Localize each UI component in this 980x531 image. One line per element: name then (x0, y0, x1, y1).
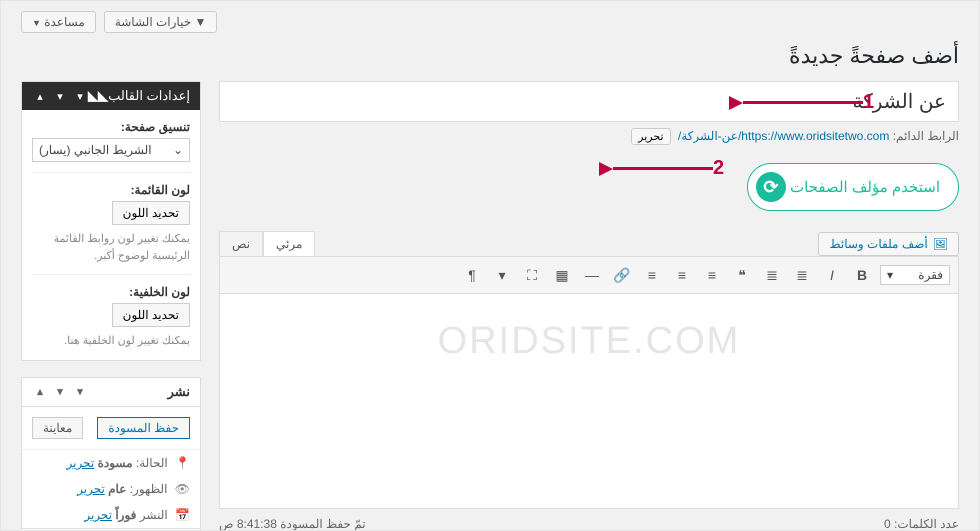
panel-toggle-down-icon[interactable]: ▾ (52, 90, 68, 103)
panel-toggle-collapse-icon[interactable]: ▾ (72, 385, 88, 398)
page-format-label: تنسيق صفحة: (32, 120, 190, 134)
edit-visibility-link[interactable]: تحرير (77, 482, 105, 496)
toolbar-align-left-icon[interactable]: ≡ (700, 263, 724, 287)
edit-schedule-link[interactable]: تحرير (84, 508, 112, 522)
edit-status-link[interactable]: تحرير (67, 456, 95, 470)
panel-toggle-up-icon[interactable]: ▴ (32, 385, 48, 398)
permalink-row: الرابط الدائم: https://www.oridsitetwo.c… (219, 128, 959, 145)
schedule-line: 📅 النشر فوراً تحرير (22, 502, 200, 528)
toolbar-link-icon[interactable]: 🔗 (610, 263, 634, 287)
paragraph-select[interactable]: ▾فقرة (880, 265, 950, 285)
toolbar-align-right-icon[interactable]: ≡ (640, 263, 664, 287)
panel-toggle-down-icon[interactable]: ▾ (52, 385, 68, 398)
editor-toolbar: ¶ ▾ ⛶ ▦ ― 🔗 ≡ ≡ ≡ ❝ ≣ ≣ I B ▾فقرة (219, 256, 959, 294)
editor-content[interactable]: ORIDSITE.COM (219, 294, 959, 509)
toolbar-italic-icon[interactable]: I (820, 263, 844, 287)
theme-panel-logo-icon: ◣◣ (88, 88, 108, 104)
watermark: ORIDSITE.COM (220, 320, 958, 363)
composer-icon: ⟳ (756, 172, 786, 202)
toolbar-ul-icon[interactable]: ≣ (790, 263, 814, 287)
preview-button[interactable]: معاينة (32, 417, 83, 439)
visibility-line: 👁 الظهور: عام تحرير (22, 476, 200, 502)
eye-icon: 👁 (175, 482, 190, 496)
menu-color-label: لون القائمة: (32, 183, 190, 197)
toolbar-pilcrow-icon[interactable]: ¶ (460, 263, 484, 287)
page-title: أضف صفحةً جديدةً (21, 43, 959, 69)
panel-toggle-collapse-icon[interactable]: ▾ (72, 90, 88, 103)
toolbar-bold-icon[interactable]: B (850, 263, 874, 287)
toolbar-fullscreen-icon[interactable]: ⛶ (520, 263, 544, 287)
wordcount: عدد الكلمات: 0 (884, 517, 959, 531)
page-format-select[interactable]: ⌄ الشريط الجانبي (يسار) (32, 138, 190, 162)
panel-toggle-up-icon[interactable]: ▴ (32, 90, 48, 103)
theme-panel-title: إعدادات القالب (108, 88, 190, 104)
status-line: 📍 الحالة: مسودة تحرير (22, 450, 200, 476)
add-media-button[interactable]: 🖼 أضف ملفات وسائط (818, 232, 959, 256)
permalink-slug[interactable]: /عن-الشركة/ (678, 129, 741, 143)
edit-slug-button[interactable]: تحرير (631, 128, 670, 145)
pin-icon: 📍 (175, 456, 190, 470)
toolbar-grid-icon[interactable]: ▦ (550, 263, 574, 287)
tab-text[interactable]: نص (219, 231, 263, 256)
bg-color-label: لون الخلفية: (32, 285, 190, 299)
calendar-icon: 📅 (175, 508, 190, 522)
menu-color-button[interactable]: تحديد اللون (112, 201, 190, 225)
autosave-status: تمّ حفظ المسودة 8:41:38 ص (219, 517, 366, 531)
permalink-base[interactable]: https://www.oridsitetwo.com (741, 129, 889, 143)
theme-settings-panel: إعدادات القالب ◣◣ ▴ ▾ ▾ تنسيق صفحة: ⌄ الشر… (21, 81, 201, 361)
toolbar-quote-icon[interactable]: ❝ (730, 263, 754, 287)
annotation-2: 2 (713, 157, 724, 180)
toolbar-hr-icon[interactable]: ― (580, 263, 604, 287)
menu-color-hint: يمكنك تغيير لون روابط القائمة الرئيسية ل… (32, 231, 190, 264)
publish-panel: نشر ▴ ▾ ▾ حفظ المسودة معاينة 📍 الحالة: مسو… (21, 377, 201, 531)
toolbar-ol-icon[interactable]: ≣ (760, 263, 784, 287)
media-icon: 🖼 (933, 237, 948, 251)
save-draft-button[interactable]: حفظ المسودة (97, 417, 190, 439)
toolbar-chevron-icon[interactable]: ▾ (490, 263, 514, 287)
toolbar-align-center-icon[interactable]: ≡ (670, 263, 694, 287)
screen-options-button[interactable]: خيارات الشاشة ▼ (104, 11, 218, 33)
bg-color-hint: يمكنك تغيير لون الخلفية هنا. (32, 333, 190, 350)
chevron-down-icon: ⌄ (173, 143, 183, 157)
page-title-input[interactable] (219, 81, 959, 122)
bg-color-button[interactable]: تحديد اللون (112, 303, 190, 327)
help-button[interactable]: ▼ مساعدة (21, 11, 96, 33)
publish-panel-title: نشر (168, 384, 190, 400)
use-page-composer-button[interactable]: استخدم مؤلف الصفحات ⟳ (747, 163, 959, 211)
tab-visual[interactable]: مرئي (263, 231, 315, 256)
